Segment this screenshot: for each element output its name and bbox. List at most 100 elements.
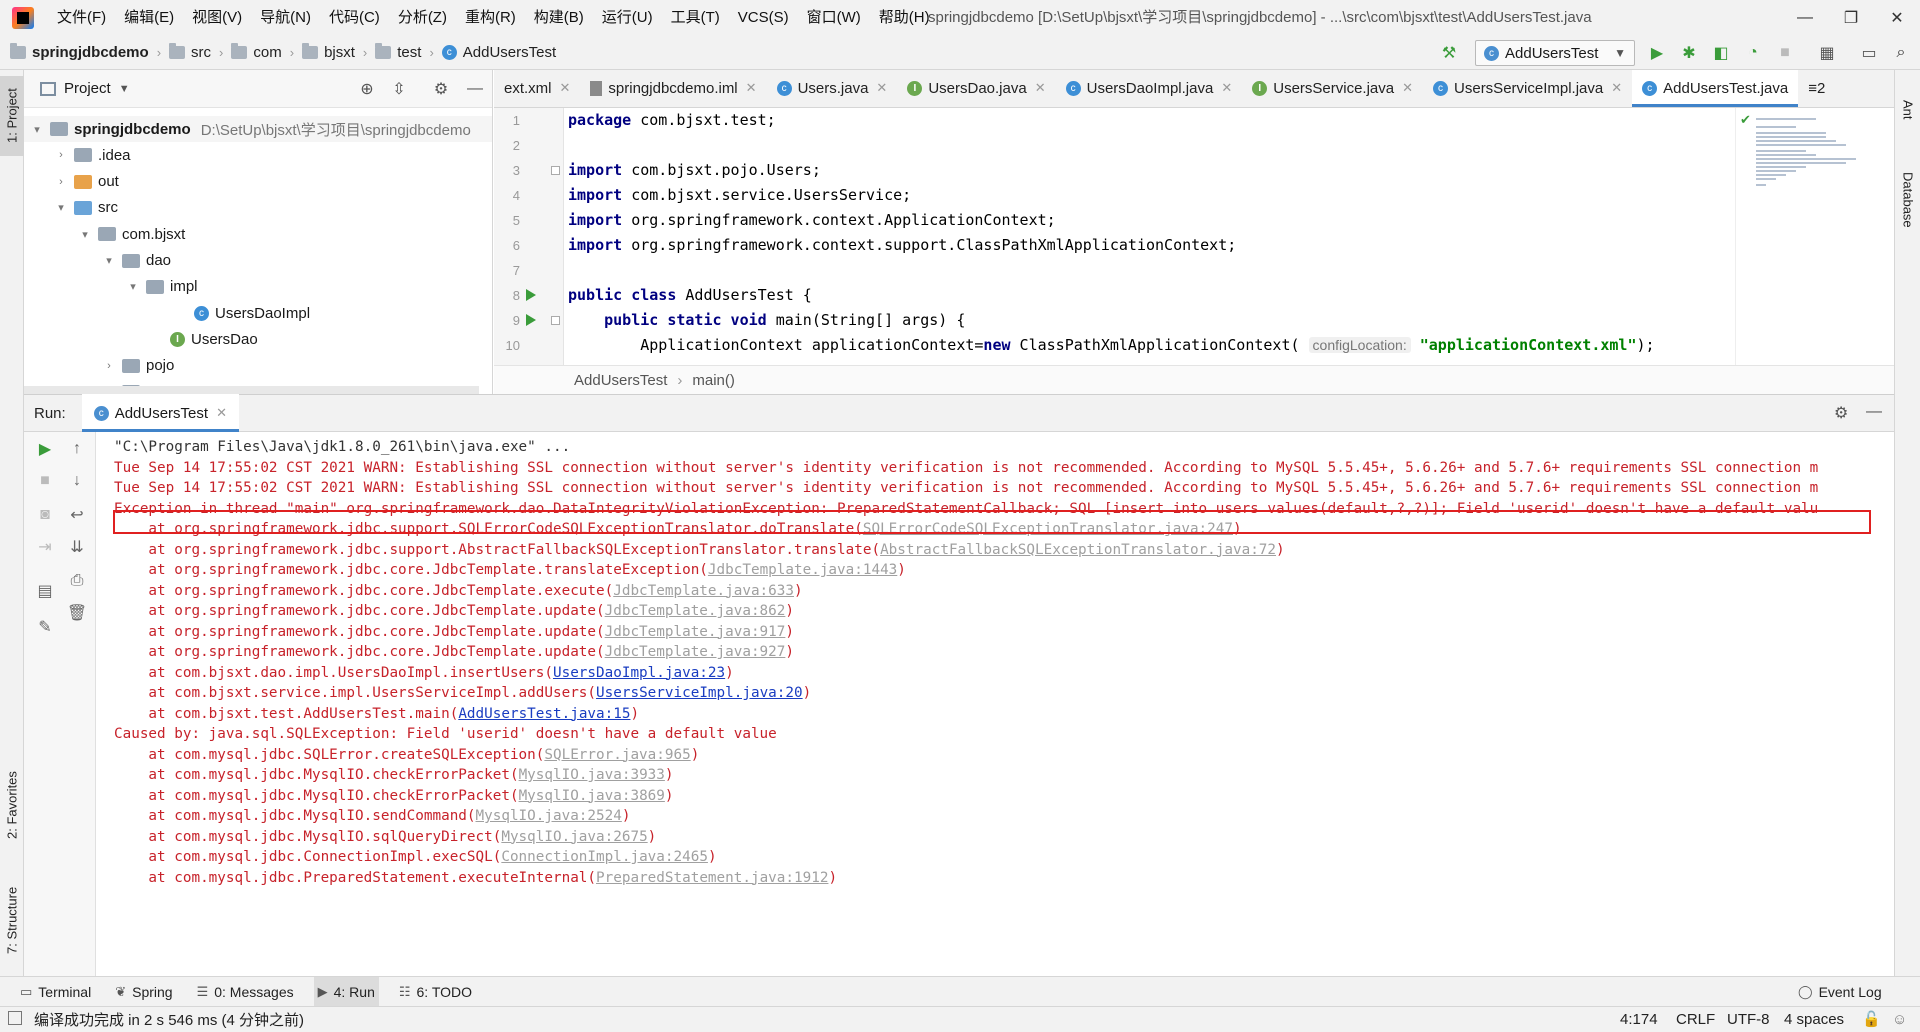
close-tab-icon[interactable]: ✕ [1221,80,1232,96]
hide-panel-icon[interactable]: — [1866,403,1882,421]
favorites-tool-tab[interactable]: 2: Favorites [0,750,24,860]
gear-icon[interactable]: ⚙ [1834,403,1848,423]
close-icon[interactable]: ✕ [1874,0,1920,36]
console-output[interactable]: "C:\Program Files\Java\jdk1.8.0_261\bin\… [97,432,1894,976]
close-tab-icon[interactable]: ✕ [216,405,227,421]
menu-item[interactable]: 分析(Z) [389,0,456,36]
status-message[interactable]: 编译成功完成 in 2 s 546 ms (4 分钟之前) [34,1009,304,1030]
search-icon[interactable]: ⌕ [1890,42,1912,64]
bottom-tool-spring[interactable]: ❦ Spring [111,977,176,1007]
print-icon[interactable]: ⎙ [66,570,88,592]
indent-setting[interactable]: 4 spaces [1784,1007,1844,1032]
stacktrace-link[interactable]: MysqlIO.java:2524 [476,808,622,824]
stacktrace-link[interactable]: JdbcTemplate.java:633 [613,583,794,599]
chevron-down-icon[interactable]: ▾ [102,254,116,267]
run-icon[interactable]: ▶ [1646,42,1668,64]
breadcrumb-class[interactable]: AddUsersTest [574,372,667,389]
tree-item[interactable]: › pojo [24,353,492,379]
editor-tab[interactable]: ext.xml ✕ [494,70,580,107]
camera-icon[interactable]: ◙ [34,504,56,526]
stacktrace-link[interactable]: MysqlIO.java:3869 [519,788,665,804]
menu-item[interactable]: 文件(F) [48,0,115,36]
stacktrace-link[interactable]: MysqlIO.java:2675 [501,829,647,845]
menu-item[interactable]: 视图(V) [183,0,251,36]
menu-item[interactable]: 构建(B) [525,0,593,36]
menu-item[interactable]: 运行(U) [593,0,662,36]
menu-item[interactable]: VCS(S) [729,0,798,36]
run-configuration-select[interactable]: c AddUsersTest ▼ [1475,40,1635,66]
breadcrumb-method[interactable]: main() [692,372,735,389]
editor-tab[interactable]: c UsersDaoImpl.java ✕ [1056,70,1243,107]
chevron-down-icon[interactable]: ▾ [126,280,140,293]
minimize-icon[interactable]: — [1782,0,1828,36]
tree-item[interactable]: › out [24,169,492,195]
inspector-icon[interactable]: ☺ [1892,1007,1907,1032]
stacktrace-link[interactable]: SQLError.java:965 [544,747,690,763]
editor-tab[interactable]: springjdbcdemo.iml ✕ [580,70,766,107]
stacktrace-link[interactable]: ConnectionImpl.java:2465 [501,849,708,865]
breadcrumb-test[interactable]: test › [375,43,434,61]
run-gutter-icon[interactable] [526,314,536,326]
chevron-right-icon[interactable]: › [54,176,68,188]
breadcrumb-src[interactable]: src › [169,43,223,61]
fold-icon[interactable] [551,166,560,175]
bottom-tool-messages[interactable]: ☰ 0: Messages [193,977,298,1007]
breadcrumb-bjsxt[interactable]: bjsxt › [302,43,367,61]
restore-icon[interactable]: ❐ [1828,0,1874,36]
run-gutter-icon[interactable] [526,289,536,301]
arrow-down-icon[interactable]: ↓ [66,470,88,492]
pin-icon[interactable]: ✎ [34,616,56,638]
hide-panel-icon[interactable]: — [464,78,486,100]
chevron-down-icon[interactable]: ▾ [30,123,44,136]
gear-icon[interactable]: ⚙ [430,78,452,100]
stacktrace-link[interactable]: UsersDaoImpl.java:23 [553,665,725,681]
chevron-right-icon[interactable]: › [102,360,116,372]
ant-tool-tab[interactable]: Ant [1895,80,1920,140]
exit-icon[interactable]: ⇥ [34,536,56,558]
chevron-down-icon[interactable]: ▼ [119,83,130,95]
debug-icon[interactable]: ✱ [1678,42,1700,64]
fold-icon[interactable] [551,316,560,325]
close-tab-icon[interactable]: ✕ [876,80,887,96]
tree-item[interactable]: ▾ src [24,195,492,221]
project-view-selector[interactable]: Project [64,80,111,97]
close-tab-icon[interactable]: ✕ [1611,80,1622,96]
window-layout-icon[interactable]: ▭ [1858,42,1880,64]
structure-tool-tab[interactable]: 7: Structure [0,870,24,970]
stacktrace-link[interactable]: AddUsersTest.java:15 [458,706,630,722]
editor-tab[interactable]: I UsersDao.java ✕ [897,70,1055,107]
chevron-right-icon[interactable]: › [54,149,68,161]
menu-item[interactable]: 工具(T) [662,0,729,36]
event-log-button[interactable]: ◯ Event Log [1794,977,1886,1007]
tree-item[interactable]: ▾ springjdbcdemo D:\SetUp\bjsxt\学习项目\sprin… [24,116,492,142]
rerun-icon[interactable]: ▶ [34,438,56,460]
tree-item[interactable]: c UsersDaoImpl [24,300,492,326]
bottom-tool-todo[interactable]: ☷ 6: TODO [395,977,476,1007]
stacktrace-link[interactable]: AbstractFallbackSQLExceptionTranslator.j… [880,542,1276,558]
stacktrace-link[interactable]: UsersServiceImpl.java:20 [596,685,803,701]
tabs-overflow-button[interactable]: ≡2 [1798,70,1835,107]
horizontal-scrollbar[interactable] [24,386,479,394]
editor-tab[interactable]: c Users.java ✕ [767,70,898,107]
layout-icon[interactable]: ▤ [34,580,56,602]
breadcrumb-project[interactable]: springjdbcdemo › [10,43,161,61]
editor-tab[interactable]: I UsersService.java ✕ [1242,70,1423,107]
layout-toggle-icon[interactable] [8,1011,22,1025]
menu-item[interactable]: 编辑(E) [115,0,183,36]
close-tab-icon[interactable]: ✕ [1035,80,1046,96]
stacktrace-link[interactable]: JdbcTemplate.java:862 [605,603,786,619]
lock-icon[interactable]: 🔓 [1862,1007,1881,1032]
build-hammer-icon[interactable]: ⚒ [1438,42,1460,64]
arrow-up-icon[interactable]: ↑ [66,438,88,460]
chevron-down-icon[interactable]: ▾ [78,228,92,241]
collapse-all-icon[interactable]: ⇳ [388,78,410,100]
breadcrumb-com[interactable]: com › [231,43,294,61]
stop-icon[interactable]: ■ [34,470,56,492]
tree-item[interactable]: I UsersDao [24,326,492,352]
tree-item[interactable]: › .idea [24,142,492,168]
stacktrace-link[interactable]: JdbcTemplate.java:1443 [708,562,897,578]
tree-item[interactable]: ▾ dao [24,248,492,274]
minimap[interactable]: ✔ [1735,108,1894,365]
file-encoding[interactable]: UTF-8 [1727,1007,1770,1032]
bottom-tool-terminal[interactable]: ▭ Terminal [16,977,95,1007]
